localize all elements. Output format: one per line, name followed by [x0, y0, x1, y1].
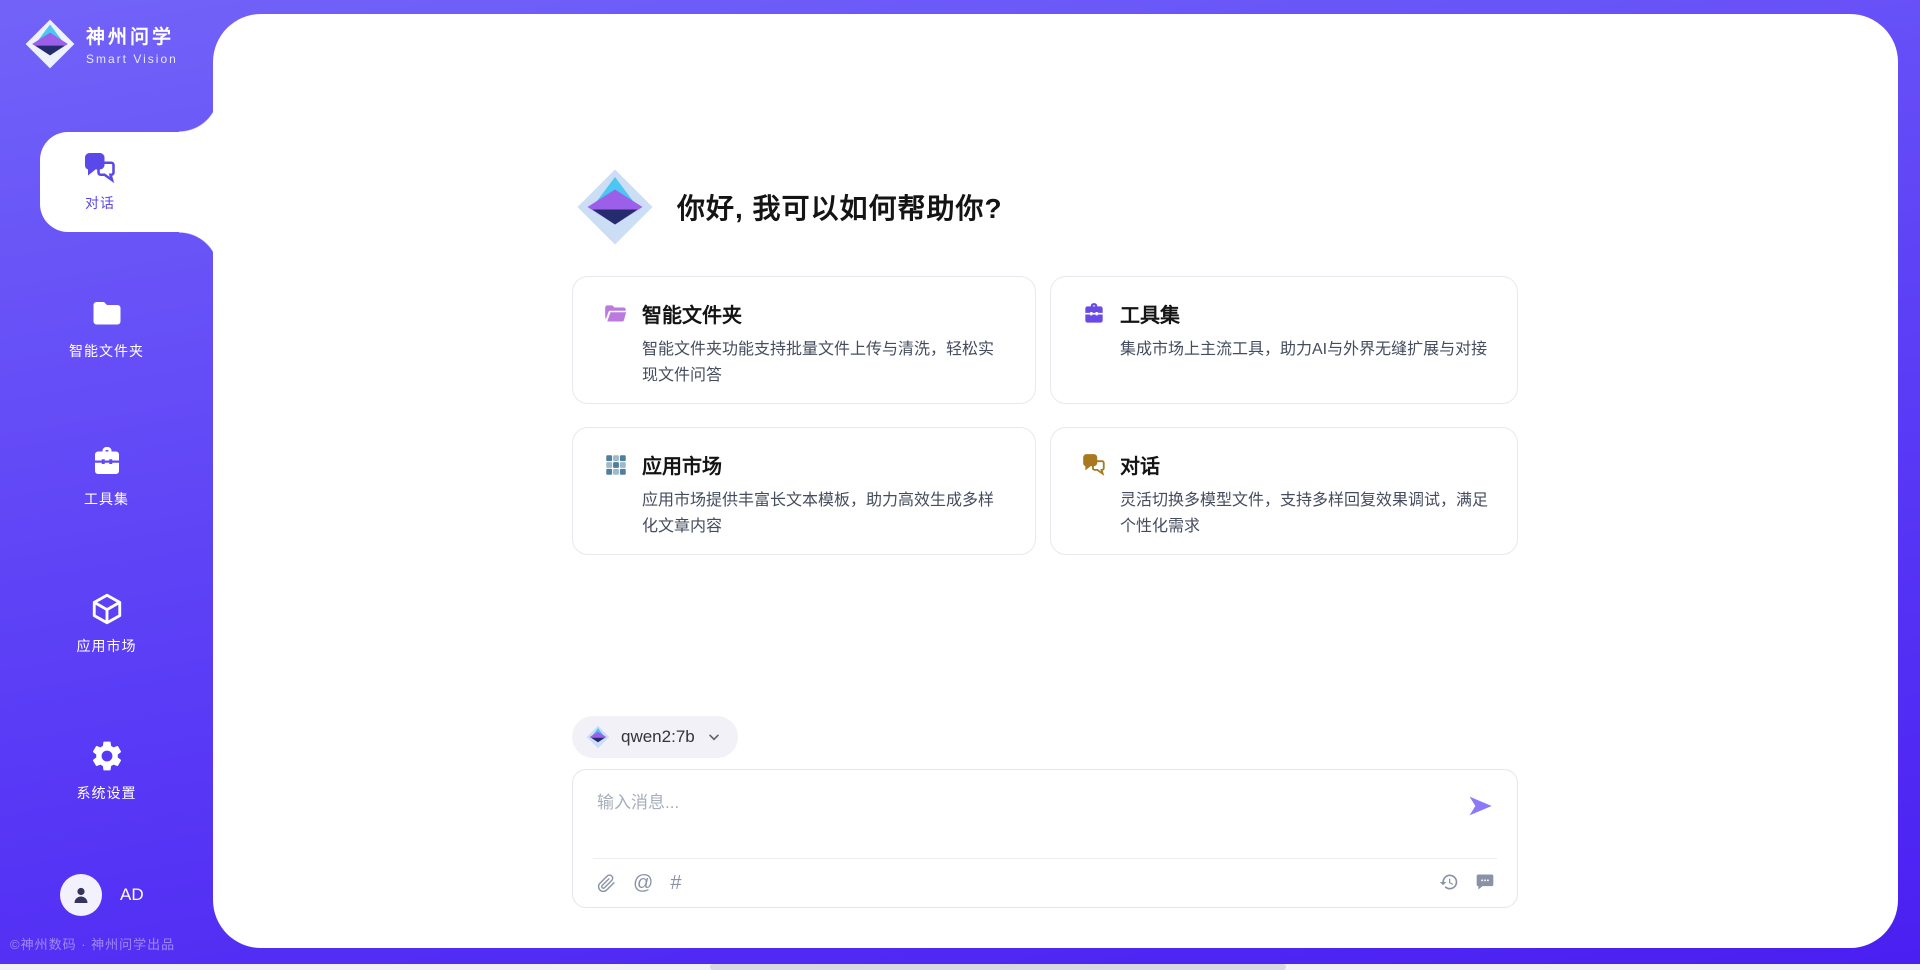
mention-icon: @	[633, 872, 653, 895]
greeting-title: 你好, 我可以如何帮助你?	[677, 187, 1003, 227]
conversation-button[interactable]	[1475, 872, 1495, 892]
grid-icon	[603, 452, 629, 478]
app-subtitle: Smart Vision	[86, 52, 178, 66]
send-button[interactable]	[1465, 792, 1495, 822]
chevron-down-icon	[706, 729, 722, 745]
sidebar-item-label: 智能文件夹	[69, 343, 144, 359]
send-icon	[1466, 792, 1494, 820]
cube-icon	[89, 591, 125, 627]
topic-button[interactable]: #	[670, 872, 681, 895]
sidebar-item-toolset[interactable]: 工具集	[0, 444, 213, 509]
speech-bubble-icon	[1475, 872, 1495, 892]
sidebar-item-smart-folders[interactable]: 智能文件夹	[0, 296, 213, 361]
person-icon	[69, 883, 93, 907]
card-title: 对话	[1120, 450, 1160, 479]
folder-open-icon	[603, 301, 629, 327]
horizontal-scrollbar[interactable]	[0, 964, 1920, 970]
hash-icon: #	[670, 872, 681, 895]
card-title: 工具集	[1120, 299, 1180, 328]
sidebar-item-settings[interactable]: 系统设置	[0, 738, 213, 803]
folder-icon	[89, 296, 125, 332]
sidebar-item-chat[interactable]: 对话	[40, 132, 219, 232]
model-logo-icon	[586, 725, 610, 749]
attachment-button[interactable]	[597, 874, 616, 893]
card-title: 应用市场	[642, 450, 722, 479]
copyright-text: ©神州数码 · 神州问学出品	[10, 934, 175, 953]
assistant-logo-icon	[575, 164, 655, 250]
model-selector[interactable]: qwen2:7b	[572, 716, 738, 758]
app-logo-icon	[24, 18, 76, 70]
sidebar-item-label: 系统设置	[77, 785, 137, 801]
card-app-market[interactable]: 应用市场 应用市场提供丰富长文本模板，助力高效生成多样化文章内容	[572, 427, 1036, 555]
paperclip-icon	[597, 874, 616, 893]
avatar	[60, 874, 102, 916]
message-composer: @ #	[572, 769, 1518, 908]
model-name: qwen2:7b	[621, 727, 695, 747]
sidebar-item-app-market[interactable]: 应用市场	[0, 591, 213, 656]
card-toolset[interactable]: 工具集 集成市场上主流工具，助力AI与外界无缝扩展与对接	[1050, 276, 1518, 404]
mention-button[interactable]: @	[633, 872, 653, 895]
sidebar: 神州问学 Smart Vision 对话 智能文件夹 工具集 应用市场	[0, 0, 213, 970]
feature-cards: 智能文件夹 智能文件夹功能支持批量文件上传与清洗，轻松实现文件问答 工具集 集成…	[572, 276, 1518, 555]
briefcase-icon	[1081, 301, 1107, 327]
card-description: 集成市场上主流工具，助力AI与外界无缝扩展与对接	[1120, 337, 1491, 363]
app-name: 神州问学	[86, 22, 178, 49]
history-icon	[1439, 872, 1459, 892]
chat-bubbles-icon	[1081, 452, 1107, 478]
card-title: 智能文件夹	[642, 299, 742, 328]
chat-bubbles-icon	[82, 150, 118, 186]
main-content: 你好, 我可以如何帮助你? 智能文件夹 智能文件夹功能支持批量文件上传与清洗，轻…	[213, 14, 1898, 948]
card-description: 应用市场提供丰富长文本模板，助力高效生成多样化文章内容	[642, 488, 1009, 539]
greeting: 你好, 我可以如何帮助你?	[575, 164, 1003, 250]
app-logo: 神州问学 Smart Vision	[24, 18, 178, 70]
gear-icon	[89, 738, 125, 774]
sidebar-item-label: 工具集	[84, 491, 129, 507]
user-name: AD	[120, 885, 144, 905]
card-smart-folders[interactable]: 智能文件夹 智能文件夹功能支持批量文件上传与清洗，轻松实现文件问答	[572, 276, 1036, 404]
message-input[interactable]	[597, 788, 1417, 848]
card-description: 灵活切换多模型文件，支持多样回复效果调试，满足个性化需求	[1120, 488, 1491, 539]
card-chat[interactable]: 对话 灵活切换多模型文件，支持多样回复效果调试，满足个性化需求	[1050, 427, 1518, 555]
history-button[interactable]	[1439, 872, 1459, 892]
card-description: 智能文件夹功能支持批量文件上传与清洗，轻松实现文件问答	[642, 337, 1009, 388]
scrollbar-thumb[interactable]	[710, 964, 1286, 970]
sidebar-item-label: 应用市场	[77, 638, 137, 654]
composer-divider	[593, 858, 1497, 859]
user-profile[interactable]: AD	[60, 874, 144, 916]
sidebar-item-label: 对话	[40, 193, 160, 213]
briefcase-icon	[89, 444, 125, 480]
